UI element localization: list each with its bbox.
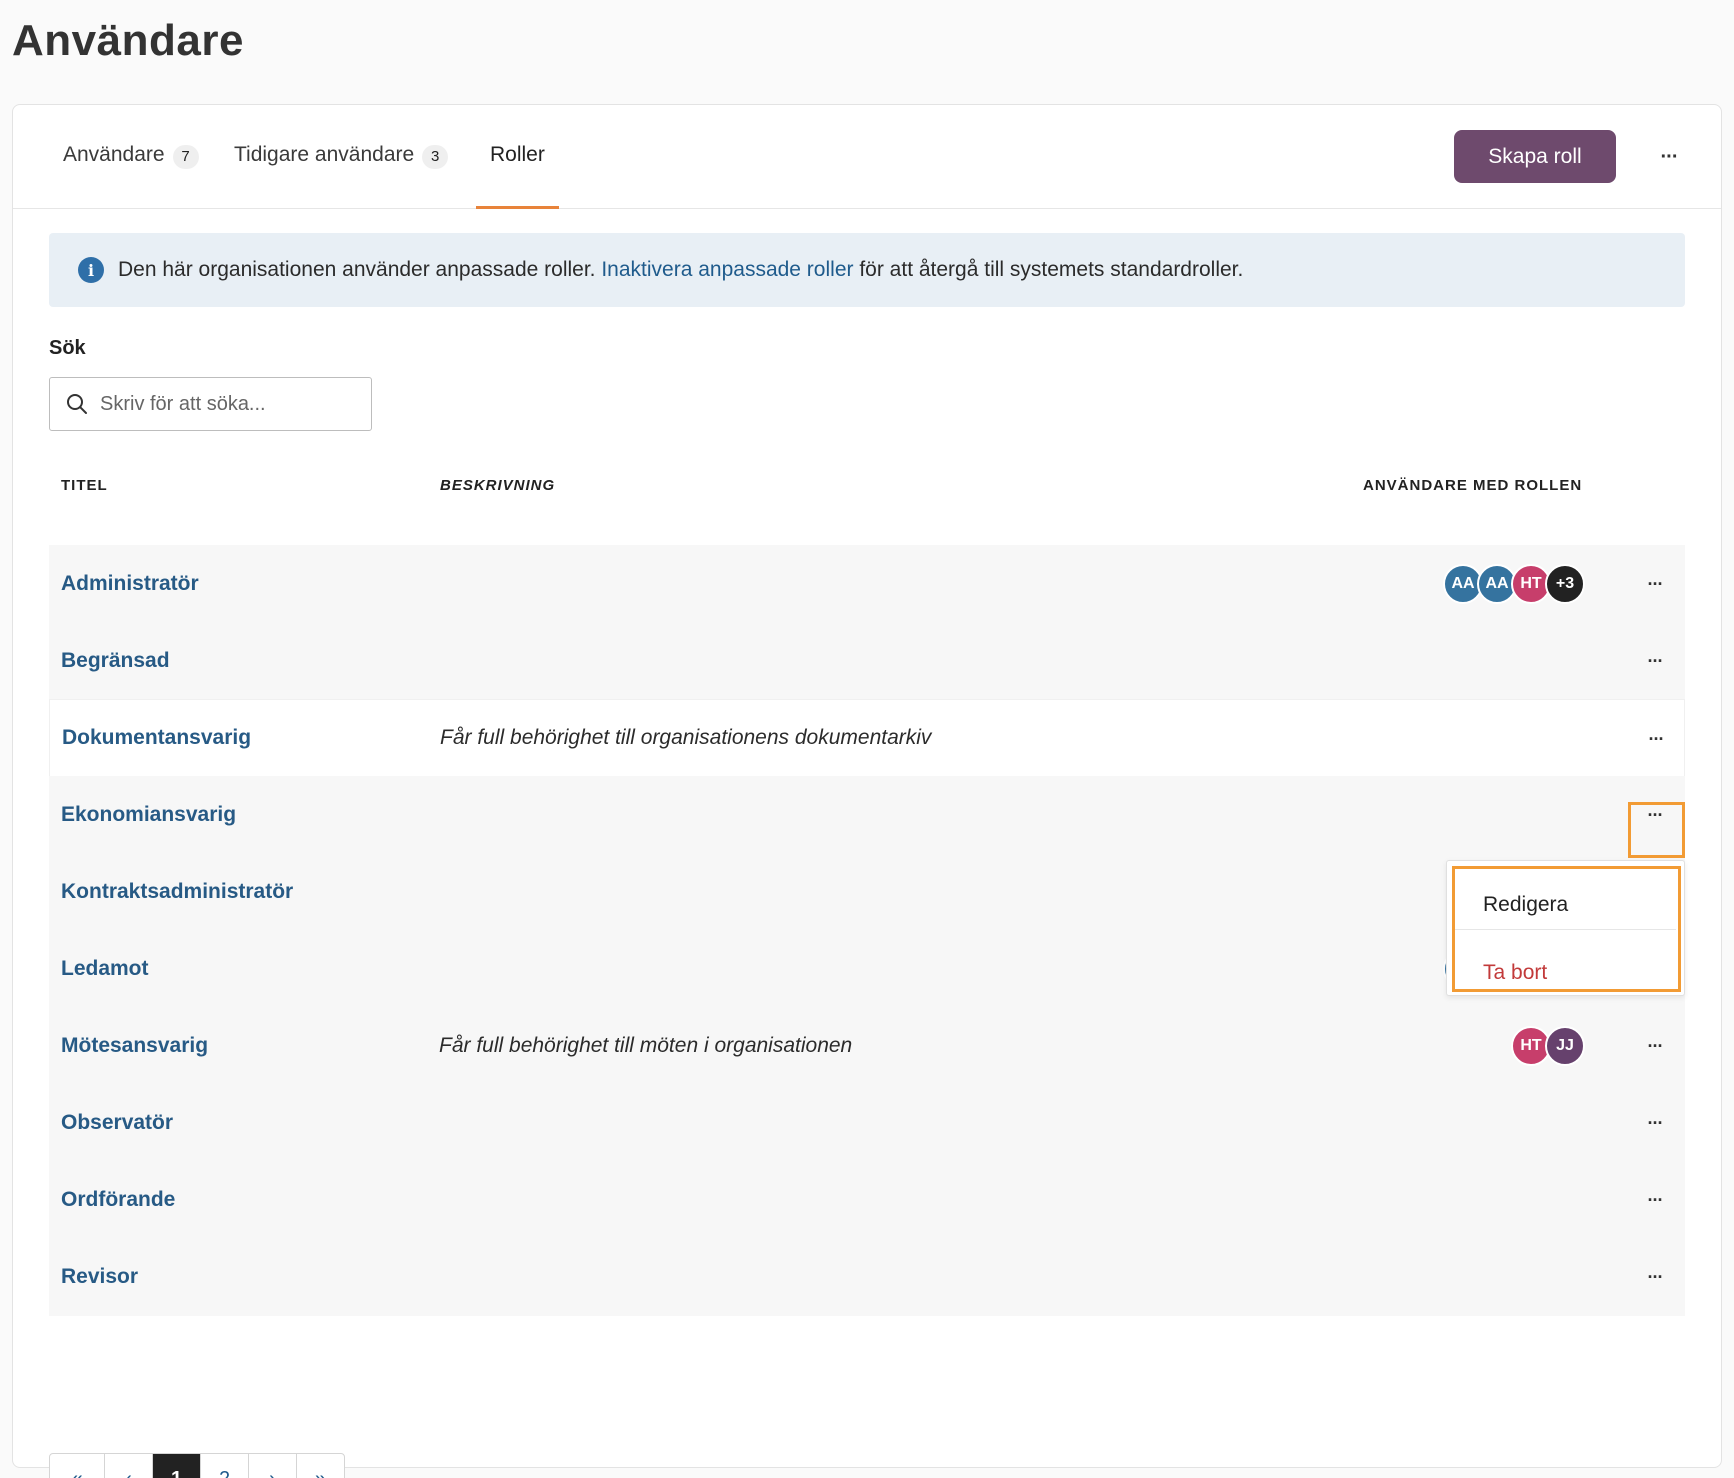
- tab-roles-label: Roller: [490, 143, 545, 166]
- tab-bar: Användare 7 Tidigare användare 3 Roller …: [13, 105, 1721, 209]
- tab-roles[interactable]: Roller: [476, 143, 559, 209]
- table-row: Administratör AA AA HT +3 ···: [49, 545, 1685, 623]
- first-page-button[interactable]: «: [50, 1454, 104, 1478]
- row-more-icon[interactable]: ···: [1639, 1184, 1671, 1216]
- tab-users-count: 7: [172, 145, 199, 169]
- tab-former-users[interactable]: Tidigare användare 3: [234, 143, 449, 209]
- last-page-button[interactable]: »: [296, 1454, 344, 1478]
- role-title-link[interactable]: Ordförande: [61, 1161, 175, 1239]
- row-more-icon[interactable]: ···: [1639, 645, 1671, 677]
- page-button-2[interactable]: 2: [200, 1454, 248, 1478]
- tab-former-users-count: 3: [422, 145, 449, 169]
- table-row: Dokumentansvarig Får full behörighet till…: [49, 699, 1685, 777]
- info-banner: i Den här organisationen använder anpass…: [49, 233, 1685, 307]
- tab-users[interactable]: Användare 7: [63, 143, 199, 209]
- disable-custom-roles-link[interactable]: Inaktivera anpassade roller: [601, 258, 853, 281]
- pagination: « ‹ 1 2 › »: [49, 1453, 345, 1478]
- roles-card: Användare 7 Tidigare användare 3 Roller …: [12, 104, 1722, 1478]
- info-text-after: för att återgå till systemets standardro…: [859, 258, 1244, 281]
- edit-role-menu-item[interactable]: Redigera: [1483, 893, 1568, 917]
- table-row: Begränsad ···: [49, 622, 1685, 700]
- row-more-icon[interactable]: ···: [1639, 1030, 1671, 1062]
- table-row: Mötesansvarig Får full behörighet till mö…: [49, 1007, 1685, 1085]
- row-more-icon[interactable]: ···: [1639, 1107, 1671, 1139]
- table-row: Revisor ···: [49, 1238, 1685, 1316]
- tab-users-label: Användare: [63, 143, 165, 166]
- info-icon: i: [78, 257, 104, 283]
- role-title-link[interactable]: Ekonomiansvarig: [61, 776, 236, 854]
- info-text: Den här organisationen använder anpassad…: [118, 258, 1243, 282]
- column-header-users: ANVÄNDARE MED ROLLEN: [1363, 477, 1583, 494]
- row-more-icon[interactable]: ···: [1640, 723, 1672, 755]
- table-row: Ekonomiansvarig ···: [49, 776, 1685, 854]
- next-page-button[interactable]: ›: [248, 1454, 296, 1478]
- role-title-link[interactable]: Observatör: [61, 1084, 173, 1162]
- prev-page-button[interactable]: ‹: [104, 1454, 152, 1478]
- table-row: LedamotAAOPJJ+2···: [49, 930, 1685, 1008]
- role-title-link[interactable]: Revisor: [61, 1238, 138, 1316]
- avatar[interactable]: JJ: [1545, 1026, 1585, 1066]
- row-more-icon[interactable]: ···: [1639, 568, 1671, 600]
- search-icon: [67, 394, 87, 414]
- tab-former-users-label: Tidigare användare: [234, 143, 415, 166]
- role-title-link[interactable]: Mötesansvarig: [61, 1007, 208, 1085]
- search-field[interactable]: [49, 377, 372, 431]
- row-menu-button-highlight: [1628, 802, 1685, 858]
- role-title-link[interactable]: Begränsad: [61, 622, 170, 700]
- column-header-title: TITEL: [61, 477, 108, 494]
- column-header-description: BESKRIVNING: [440, 477, 556, 494]
- table-row: Observatör ···: [49, 1084, 1685, 1162]
- role-title-link[interactable]: Dokumentansvarig: [62, 700, 251, 776]
- role-description: Får full behörighet till organisationens…: [440, 726, 932, 749]
- role-title-link[interactable]: Administratör: [61, 545, 199, 623]
- role-description: Får full behörighet till möten i organis…: [439, 1034, 853, 1057]
- more-users-badge[interactable]: +3: [1545, 564, 1585, 604]
- row-more-icon[interactable]: ···: [1639, 1261, 1671, 1293]
- info-text-before: Den här organisationen använder anpassad…: [118, 258, 596, 281]
- delete-role-menu-item[interactable]: Ta bort: [1483, 961, 1547, 985]
- row-action-menu: Redigera Ta bort: [1446, 860, 1685, 996]
- more-options-icon[interactable]: ···: [1653, 141, 1685, 173]
- search-input[interactable]: [100, 392, 350, 416]
- role-title-link[interactable]: Ledamot: [61, 930, 149, 1008]
- table-row: Ordförande ···: [49, 1161, 1685, 1239]
- create-role-button[interactable]: Skapa roll: [1454, 130, 1616, 183]
- menu-divider: [1455, 929, 1676, 930]
- search-label: Sök: [49, 337, 86, 359]
- page-title: Användare: [12, 16, 244, 65]
- page-button-1[interactable]: 1: [152, 1454, 200, 1478]
- role-users-avatars: AA AA HT +3: [1443, 564, 1585, 604]
- role-title-link[interactable]: Kontraktsadministratör: [61, 853, 293, 931]
- table-row: Kontraktsadministratör···: [49, 853, 1685, 931]
- role-users-avatars: HT JJ: [1511, 1026, 1585, 1066]
